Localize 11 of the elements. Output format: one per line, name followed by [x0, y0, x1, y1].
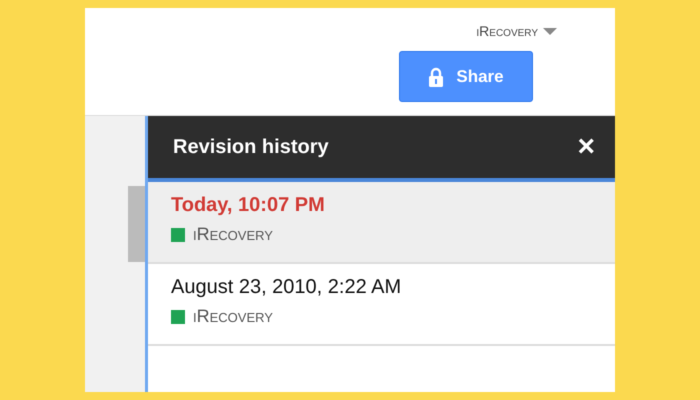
- scrollbar-thumb[interactable]: [128, 186, 145, 262]
- account-name[interactable]: iRecovery: [476, 23, 538, 39]
- revision-date: August 23, 2010, 2:22 AM: [171, 276, 402, 299]
- panel-title: Revision history: [173, 136, 329, 158]
- revision-item[interactable]: Today, 10:07 PM iRecovery: [148, 182, 615, 264]
- author-name: iRecovery: [193, 306, 273, 327]
- close-button[interactable]: ×: [577, 132, 595, 162]
- lock-icon: [428, 66, 444, 86]
- caret-icon[interactable]: [543, 28, 557, 34]
- revision-date: Today, 10:07 PM: [171, 194, 326, 217]
- author-name: iRecovery: [193, 224, 273, 245]
